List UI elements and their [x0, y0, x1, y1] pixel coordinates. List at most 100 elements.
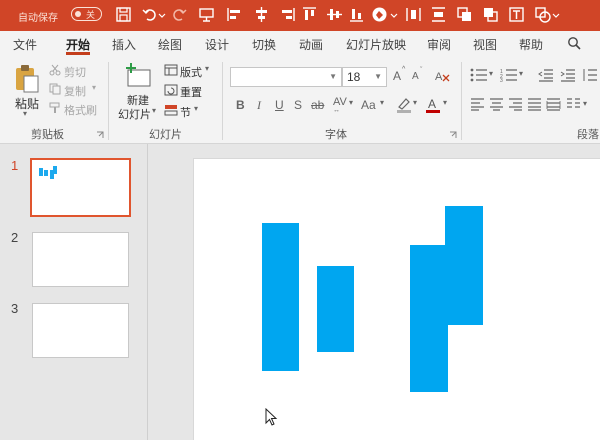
mouse-cursor-icon	[265, 407, 279, 428]
qat-customize-icon[interactable]	[552, 6, 560, 23]
tab-home[interactable]: 开始	[66, 36, 90, 53]
ribbon-tabs: 文件 开始 插入 绘图 设计 切换 动画 幻灯片放映 审阅 视图 帮助	[0, 31, 600, 56]
cut-label[interactable]: 剪切	[64, 64, 86, 80]
font-color-icon[interactable]: A	[425, 96, 441, 114]
tab-file[interactable]: 文件	[13, 36, 37, 53]
underline-button[interactable]: U	[275, 98, 284, 112]
increase-indent-icon[interactable]	[560, 68, 576, 82]
slide-thumbnail-2[interactable]	[32, 232, 129, 287]
undo-icon[interactable]	[142, 6, 159, 23]
blue-bar-shape[interactable]	[317, 266, 354, 352]
section-label[interactable]: 节	[180, 104, 191, 120]
presentation-icon[interactable]	[198, 6, 215, 23]
cut-icon[interactable]	[49, 64, 61, 76]
tab-slideshow[interactable]: 幻灯片放映	[346, 36, 406, 53]
align-right-icon[interactable]	[279, 6, 296, 23]
clipboard-launcher-icon[interactable]	[96, 131, 104, 139]
paste-dropdown-icon[interactable]: ▾	[23, 109, 27, 118]
tab-review[interactable]: 审阅	[427, 36, 451, 53]
distribute-horizontal-icon[interactable]	[405, 6, 422, 23]
thumbnail-bar	[44, 170, 48, 176]
group-separator	[461, 62, 462, 140]
group-icon[interactable]	[456, 6, 473, 23]
blue-bar-shape[interactable]	[410, 245, 448, 392]
tab-design[interactable]: 设计	[205, 36, 229, 53]
bold-button[interactable]: B	[236, 98, 245, 112]
clear-formatting-icon[interactable]: A	[434, 69, 450, 83]
justify-icon[interactable]	[527, 98, 542, 111]
spacing-dropdown-icon[interactable]: ▾	[349, 98, 353, 107]
tab-view[interactable]: 视图	[473, 36, 497, 53]
bullets-dropdown-icon[interactable]: ▾	[489, 69, 493, 78]
copy-icon[interactable]	[49, 83, 61, 95]
highlight-dropdown-icon[interactable]: ▾	[413, 98, 417, 107]
tab-transitions[interactable]: 切换	[252, 36, 276, 53]
fill-dropdown-icon[interactable]	[390, 6, 398, 23]
font-launcher-icon[interactable]	[449, 131, 457, 139]
textbox-icon[interactable]	[508, 6, 525, 23]
copy-label[interactable]: 复制	[64, 83, 86, 99]
strikethrough-button[interactable]: ab	[311, 98, 324, 112]
numbering-icon[interactable]: 123	[500, 68, 518, 82]
layout-icon[interactable]	[164, 64, 178, 76]
numbering-dropdown-icon[interactable]: ▾	[519, 69, 523, 78]
slide-canvas[interactable]	[193, 158, 600, 440]
section-dropdown-icon[interactable]: ▾	[194, 104, 198, 113]
align-left-text-icon[interactable]	[470, 98, 485, 111]
redo-icon[interactable]	[170, 6, 187, 23]
align-center-text-icon[interactable]	[489, 98, 504, 111]
tab-draw[interactable]: 绘图	[158, 36, 182, 53]
line-spacing-icon[interactable]	[582, 68, 598, 82]
autosave-toggle[interactable]: 关	[71, 7, 102, 21]
align-bottom-icon[interactable]	[348, 6, 365, 23]
align-right-text-icon[interactable]	[508, 98, 523, 111]
new-slide-dropdown-icon[interactable]: ▾	[152, 106, 156, 115]
tab-insert[interactable]: 插入	[112, 36, 136, 53]
bullets-icon[interactable]	[470, 68, 488, 82]
font-color-dropdown-icon[interactable]: ▾	[443, 98, 447, 107]
distributed-icon[interactable]	[546, 98, 561, 111]
columns-icon[interactable]	[566, 98, 581, 111]
blue-bar-shape[interactable]	[445, 206, 483, 325]
quick-access-toolbar: 自动保存 关	[0, 0, 600, 31]
change-case-button[interactable]: Aa	[361, 98, 376, 112]
align-left-icon[interactable]	[226, 6, 243, 23]
shadow-button[interactable]: S	[294, 98, 302, 112]
copy-dropdown-icon[interactable]: ▾	[92, 83, 96, 92]
highlight-icon[interactable]	[396, 96, 412, 114]
format-painter-label[interactable]: 格式刷	[64, 102, 97, 118]
shapes-icon[interactable]	[534, 6, 551, 23]
new-slide-label-2[interactable]: 幻灯片	[118, 106, 151, 122]
columns-dropdown-icon[interactable]: ▾	[583, 99, 587, 108]
section-icon[interactable]	[164, 104, 178, 116]
search-icon[interactable]	[567, 36, 581, 50]
thumbnail-bar	[53, 166, 57, 174]
save-icon[interactable]	[115, 6, 132, 23]
paste-icon[interactable]	[14, 64, 40, 94]
reset-label[interactable]: 重置	[180, 84, 202, 100]
shape-fill-icon[interactable]	[371, 6, 388, 23]
new-slide-icon[interactable]	[124, 62, 152, 90]
italic-button[interactable]: I	[257, 98, 261, 113]
reset-icon[interactable]	[164, 84, 178, 96]
layout-label[interactable]: 版式	[180, 64, 202, 80]
align-center-icon[interactable]	[253, 6, 270, 23]
font-name-select[interactable]: ▼	[230, 67, 342, 87]
distribute-vertical-icon[interactable]	[430, 6, 447, 23]
arrange-icon[interactable]	[482, 6, 499, 23]
align-top-icon[interactable]	[301, 6, 318, 23]
slide-thumbnail-3[interactable]	[32, 303, 129, 358]
format-painter-icon[interactable]	[49, 102, 61, 114]
shrink-font-button[interactable]: A	[412, 71, 419, 82]
decrease-indent-icon[interactable]	[538, 68, 554, 82]
align-middle-icon[interactable]	[326, 6, 343, 23]
layout-dropdown-icon[interactable]: ▾	[205, 64, 209, 73]
tab-help[interactable]: 帮助	[519, 36, 543, 53]
case-dropdown-icon[interactable]: ▾	[380, 98, 384, 107]
slide-thumbnail-1[interactable]	[30, 158, 131, 217]
blue-bar-shape[interactable]	[262, 223, 299, 371]
tab-animations[interactable]: 动画	[299, 36, 323, 53]
font-size-select[interactable]: 18 ▼	[342, 67, 387, 87]
undo-dropdown-icon[interactable]	[158, 6, 166, 23]
grow-font-button[interactable]: A	[393, 69, 401, 83]
